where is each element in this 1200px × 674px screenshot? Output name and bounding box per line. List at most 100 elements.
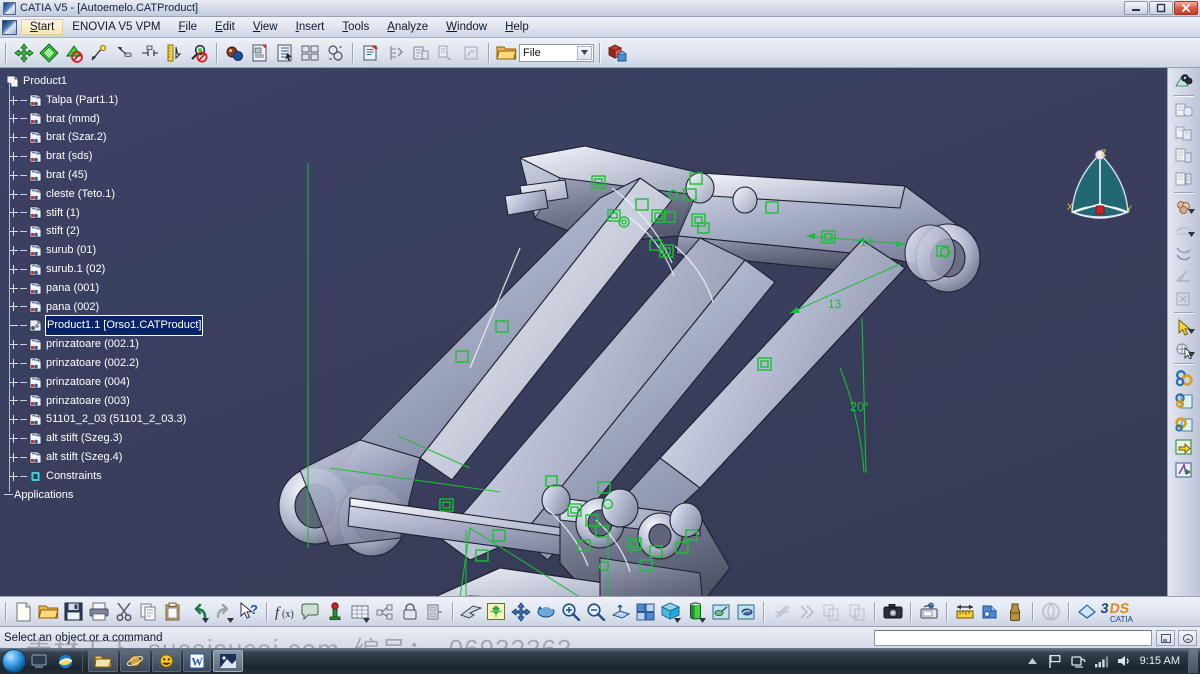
taskbar-clock[interactable]: 9:15 AM (1140, 655, 1180, 667)
tree-expand-icon[interactable] (9, 152, 18, 162)
help-console-button[interactable] (1178, 630, 1197, 646)
open-file-icon[interactable] (37, 600, 60, 623)
signal-bars-icon[interactable] (1093, 653, 1110, 670)
taskbar-item-word[interactable]: W (183, 650, 211, 672)
insert-new-product-icon[interactable] (1171, 121, 1197, 144)
split-icon[interactable] (1171, 389, 1197, 412)
tree-item[interactable]: pana (002) (2, 298, 242, 317)
tree-expand-icon[interactable] (9, 208, 18, 218)
publication-icon[interactable] (606, 41, 629, 64)
tree-item[interactable]: cleste (Teto.1) (2, 185, 242, 204)
rotate-icon[interactable] (534, 600, 557, 623)
insert-existing-component-icon[interactable] (1171, 167, 1197, 190)
multi-view-icon[interactable] (634, 600, 657, 623)
tree-expand-icon[interactable] (9, 471, 18, 481)
file-type-combo[interactable]: File (519, 43, 594, 62)
design-table-icon[interactable] (348, 600, 371, 623)
formula-icon[interactable]: f (x) (273, 600, 296, 623)
generate-numbering-icon[interactable] (298, 41, 321, 64)
annotation-icon[interactable] (1171, 458, 1197, 481)
normal-view-icon[interactable] (609, 600, 632, 623)
tree-item[interactable]: pana (001) (2, 279, 242, 298)
tree-item[interactable]: prinzatoare (004) (2, 373, 242, 392)
optimization-icon[interactable] (373, 600, 396, 623)
zoom-in-icon[interactable] (559, 600, 582, 623)
measure-item-icon[interactable] (162, 41, 185, 64)
tree-expand-icon[interactable] (9, 452, 18, 462)
tree-item[interactable]: alt stift (Szeg.4) (2, 448, 242, 467)
contact-constraint-icon[interactable] (1171, 218, 1197, 241)
paste-icon[interactable] (162, 600, 185, 623)
multi-instantiation-icon[interactable] (820, 600, 843, 623)
tree-expand-icon[interactable] (9, 246, 18, 256)
tree-item[interactable]: 51101_2_03 (51101_2_03.3) (2, 410, 242, 429)
catalog-browser-icon[interactable] (248, 41, 271, 64)
menu-item-analyze[interactable]: Analyze (378, 19, 437, 35)
menu-item-tools[interactable]: Tools (333, 19, 378, 35)
tree-item[interactable]: brat (mmd) (2, 110, 242, 129)
measure-between-icon[interactable] (187, 41, 210, 64)
export-icon[interactable] (1171, 435, 1197, 458)
tree-expand-icon[interactable] (9, 358, 18, 368)
show-desktop-button[interactable] (1188, 649, 1198, 673)
menu-item-file[interactable]: File (170, 19, 207, 35)
tree-item[interactable]: prinzatoare (002.2) (2, 354, 242, 373)
measure-item-icon[interactable] (978, 600, 1001, 623)
taskbar-item-explorer[interactable] (88, 650, 118, 672)
close-button[interactable] (1174, 1, 1198, 15)
coincidence-constraint-icon[interactable] (1171, 195, 1197, 218)
lock-icon[interactable] (398, 600, 421, 623)
tree-expand-icon[interactable] (9, 114, 18, 124)
tree-expand-icon[interactable] (9, 377, 18, 387)
apply-material-icon[interactable] (709, 600, 732, 623)
comment-icon[interactable] (298, 600, 321, 623)
isometric-view-icon[interactable] (659, 600, 682, 623)
tree-item[interactable]: Product1.1 [Orso1.CATProduct] (2, 315, 242, 337)
pan-icon[interactable] (509, 600, 532, 623)
menu-item-view[interactable]: View (244, 19, 287, 35)
show-hidden-icons-icon[interactable] (1024, 653, 1041, 670)
offset-constraint-icon[interactable] (1171, 241, 1197, 264)
tree-item[interactable]: brat (45) (2, 166, 242, 185)
measure-between-icon[interactable] (953, 600, 976, 623)
tree-expand-icon[interactable] (9, 302, 18, 312)
tree-expand-icon[interactable] (9, 434, 18, 444)
tree-item[interactable]: alt stift (Szeg.3) (2, 429, 242, 448)
distance-analysis-icon[interactable] (137, 41, 160, 64)
menu-item-insert[interactable]: Insert (287, 19, 334, 35)
rules-icon[interactable] (423, 600, 446, 623)
clash-detection-icon[interactable] (112, 41, 135, 64)
flexible-sub-product-icon[interactable] (409, 41, 432, 64)
render-style-icon[interactable] (684, 600, 707, 623)
selective-load-icon[interactable] (323, 41, 346, 64)
specification-tree[interactable]: Product1 Talpa (Part1.1) brat (mmd) brat… (2, 72, 242, 504)
powerinput-button[interactable] (1156, 630, 1175, 646)
smart-move-icon[interactable] (62, 41, 85, 64)
tree-item[interactable]: surub.1 (02) (2, 260, 242, 279)
tree-expand-icon[interactable] (9, 396, 18, 406)
menu-item-enovia[interactable]: ENOVIA V5 VPM (63, 19, 169, 35)
tree-expand-icon[interactable] (9, 415, 18, 425)
fit-all-in-icon[interactable] (484, 600, 507, 623)
tree-item[interactable]: surub (01) (2, 241, 242, 260)
tree-expand-icon[interactable] (9, 133, 18, 143)
workbench-icon[interactable] (1075, 600, 1098, 623)
network-sharing-icon[interactable] (1070, 653, 1087, 670)
tree-item[interactable]: stift (1) (2, 204, 242, 223)
explode-icon[interactable] (87, 41, 110, 64)
taskbar-item-messenger[interactable] (152, 650, 181, 672)
fly-mode-icon[interactable] (459, 600, 482, 623)
hole-icon[interactable] (1171, 412, 1197, 435)
knowledge-inspector-icon[interactable] (323, 600, 346, 623)
select-trap-icon[interactable] (1171, 338, 1197, 361)
angle-constraint-icon[interactable] (1171, 264, 1197, 287)
album-icon[interactable] (917, 600, 940, 623)
open-folder-icon[interactable] (495, 41, 518, 64)
product-properties-icon[interactable] (359, 41, 382, 64)
show-desktop-icon[interactable] (28, 650, 50, 672)
tree-expand-icon[interactable] (9, 170, 18, 180)
menu-item-edit[interactable]: Edit (206, 19, 244, 35)
bom-icon[interactable] (273, 41, 296, 64)
tree-expand-icon[interactable] (9, 95, 18, 105)
tree-item[interactable]: brat (sds) (2, 147, 242, 166)
